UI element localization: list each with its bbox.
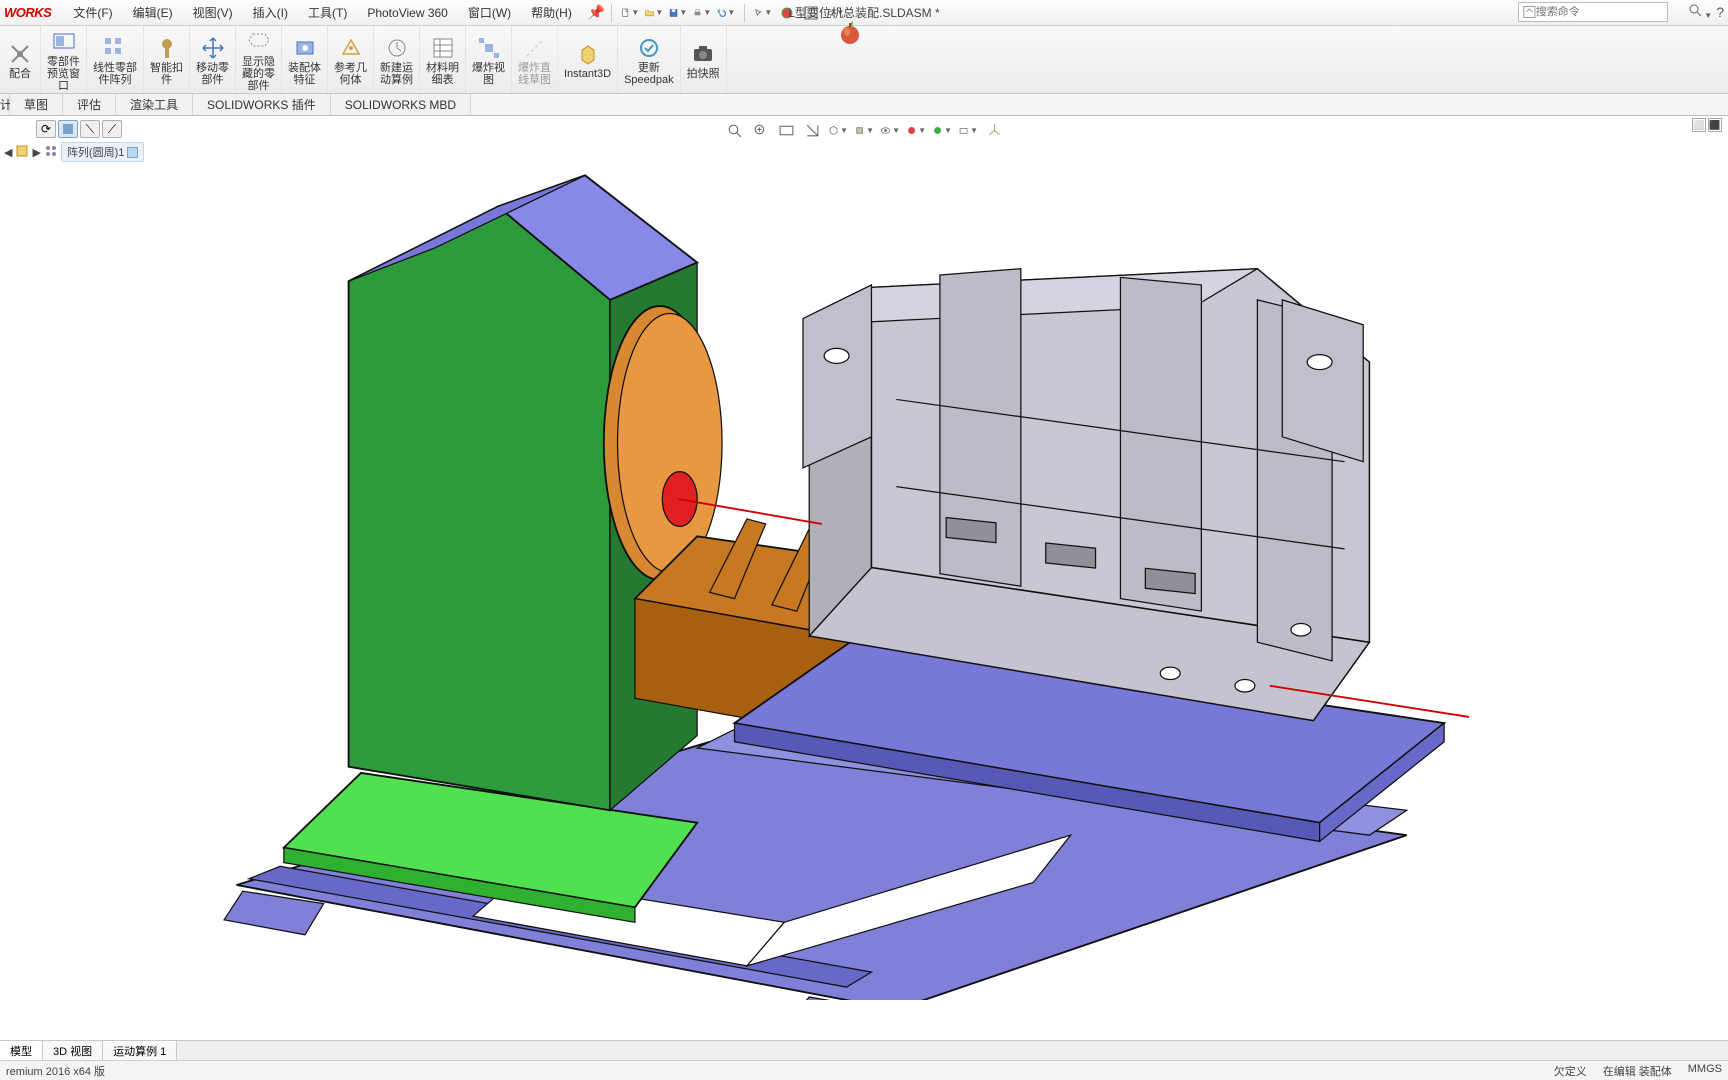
- command-ribbon: 配合 零部件 预览窗 口 线性零部 件阵列 智能扣 件 移动零 部件 显示隐 藏…: [0, 26, 1728, 94]
- fm-tab-row: ⟳ ⟍ ⟋: [0, 116, 180, 140]
- smart-fastener-button[interactable]: 智能扣 件: [144, 26, 190, 93]
- triad-button[interactable]: [984, 120, 1004, 140]
- search-commands-box[interactable]: [1518, 2, 1668, 22]
- tab-motion-study-1[interactable]: 运动算例 1: [103, 1041, 177, 1060]
- menu-photoview[interactable]: PhotoView 360: [357, 6, 458, 20]
- hide-show-button[interactable]: ▼: [880, 120, 900, 140]
- apple-overlay-icon: [836, 18, 864, 46]
- ref-geometry-button[interactable]: 参考几 何体: [328, 26, 374, 93]
- status-units[interactable]: MMGS: [1688, 1063, 1722, 1079]
- snapshot-button[interactable]: 拍快照: [681, 26, 727, 93]
- tab-3d-views[interactable]: 3D 视图: [43, 1041, 103, 1060]
- view-orientation-button[interactable]: ▼: [828, 120, 848, 140]
- linear-pattern-button[interactable]: 线性零部 件阵列: [87, 26, 144, 93]
- save-button[interactable]: ▼: [669, 4, 687, 22]
- menu-help[interactable]: 帮助(H): [521, 4, 582, 21]
- ribbon-tabs: 计 草图 评估 渲染工具 SOLIDWORKS 插件 SOLIDWORKS MB…: [0, 94, 1728, 116]
- apply-scene-button[interactable]: ▼: [932, 120, 952, 140]
- mate-button[interactable]: 配合: [0, 26, 41, 93]
- status-underdefined: 欠定义: [1554, 1063, 1587, 1079]
- viewport-expand-button[interactable]: ⬜: [1692, 118, 1706, 132]
- ribbon-tab-render[interactable]: 渲染工具: [116, 94, 193, 115]
- heads-up-toolbar: ▼ ▼ ▼ ▼ ▼ ▼: [724, 120, 1004, 140]
- select-button[interactable]: ▼: [754, 4, 772, 22]
- ribbon-tab-cut[interactable]: 计: [0, 94, 10, 115]
- pin-icon[interactable]: 📌: [588, 4, 605, 21]
- search-right-controls: ▼ ?: [1687, 2, 1724, 21]
- menu-bar: WORKS 文件(F) 编辑(E) 视图(V) 插入(I) 工具(T) Phot…: [0, 0, 1728, 26]
- fm-tab-display[interactable]: ⟋: [102, 120, 122, 138]
- component-preview-button[interactable]: 零部件 预览窗 口: [41, 26, 87, 93]
- menu-file[interactable]: 文件(F): [63, 4, 122, 21]
- menu-window[interactable]: 窗口(W): [458, 4, 521, 21]
- app-logo: WORKS: [4, 5, 51, 20]
- menu-insert[interactable]: 插入(I): [243, 4, 298, 21]
- search-input[interactable]: [1536, 6, 1663, 18]
- display-style-button[interactable]: ▼: [854, 120, 874, 140]
- graphics-viewport[interactable]: [0, 138, 1728, 1000]
- bottom-tab-bar: 模型 3D 视图 运动算例 1: [0, 1040, 1728, 1060]
- fm-tab-assembly[interactable]: [58, 120, 78, 138]
- search-dropdown[interactable]: ▼: [1687, 2, 1712, 21]
- assembly-feature-button[interactable]: 装配体 特征: [282, 26, 328, 93]
- help-button[interactable]: ?: [1716, 4, 1724, 20]
- menu-view[interactable]: 视图(V): [183, 4, 243, 21]
- document-title: L型变位机总装配.SLDASM *: [788, 4, 939, 21]
- open-doc-button[interactable]: ▼: [645, 4, 663, 22]
- status-editing: 在编辑 装配体: [1603, 1063, 1672, 1079]
- undo-button[interactable]: ▼: [717, 4, 735, 22]
- view-setting-button[interactable]: ▼: [958, 120, 978, 140]
- exploded-line-sketch-button: 爆炸直 线草图: [512, 26, 558, 93]
- status-bar: remium 2016 x64 版 欠定义 在编辑 装配体 MMGS: [0, 1060, 1728, 1080]
- instant3d-button[interactable]: Instant3D: [558, 26, 618, 93]
- exploded-view-button[interactable]: 爆炸视 图: [466, 26, 512, 93]
- ribbon-tab-mbd[interactable]: SOLIDWORKS MBD: [331, 94, 471, 115]
- ribbon-tab-sketch[interactable]: 草图: [10, 94, 63, 115]
- previous-view-button[interactable]: [776, 120, 796, 140]
- menu-tools[interactable]: 工具(T): [298, 4, 357, 21]
- search-icon: [1523, 5, 1536, 19]
- bom-button[interactable]: 材料明 细表: [420, 26, 466, 93]
- new-motion-study-button[interactable]: 新建运 动算例: [374, 26, 420, 93]
- ribbon-tab-evaluate[interactable]: 评估: [63, 94, 116, 115]
- status-version: remium 2016 x64 版: [6, 1063, 105, 1079]
- update-speedpak-button[interactable]: 更新 Speedpak: [618, 26, 681, 93]
- print-button[interactable]: ▼: [693, 4, 711, 22]
- zoom-area-button[interactable]: [750, 120, 770, 140]
- zoom-fit-button[interactable]: [724, 120, 744, 140]
- viewport-close-button[interactable]: ⬛: [1708, 118, 1722, 132]
- separator: [744, 4, 745, 22]
- edit-appearance-button[interactable]: ▼: [906, 120, 926, 140]
- menu-edit[interactable]: 编辑(E): [123, 4, 183, 21]
- ribbon-tab-addins[interactable]: SOLIDWORKS 插件: [193, 94, 331, 115]
- fm-tab-history[interactable]: ⟳: [36, 120, 56, 138]
- section-view-button[interactable]: [802, 120, 822, 140]
- separator: [611, 4, 612, 22]
- new-doc-button[interactable]: ▼: [621, 4, 639, 22]
- tab-model[interactable]: 模型: [0, 1041, 43, 1060]
- show-hidden-button[interactable]: 显示隐 藏的零 部件: [236, 26, 282, 93]
- fm-tab-config[interactable]: ⟍: [80, 120, 100, 138]
- move-component-button[interactable]: 移动零 部件: [190, 26, 236, 93]
